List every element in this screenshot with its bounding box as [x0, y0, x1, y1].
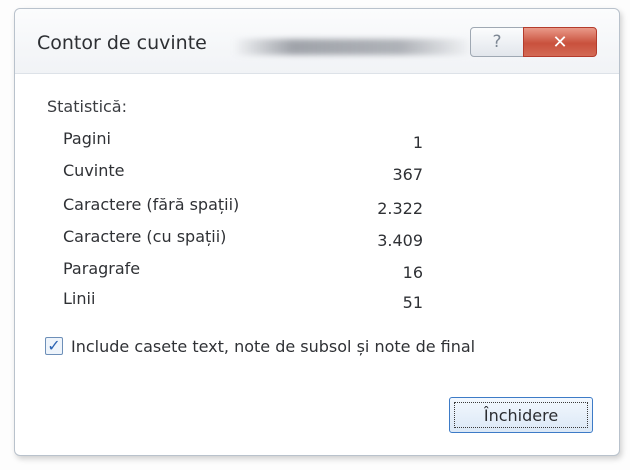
stat-row-paragraphs: Paragrafe 16: [63, 259, 423, 285]
close-icon: ✕: [552, 31, 568, 53]
include-textboxes-checkbox[interactable]: ✓: [45, 337, 63, 355]
stat-name: Pagini: [63, 129, 111, 148]
title-bar[interactable]: Contor de cuvinte ? ✕: [15, 9, 619, 74]
stat-value: 367: [392, 165, 423, 184]
statistics-label: Statistică:: [47, 97, 127, 116]
stat-name: Linii: [63, 289, 96, 308]
stat-value: 16: [402, 263, 423, 282]
stat-value: 51: [402, 293, 423, 312]
help-button[interactable]: ?: [470, 27, 524, 57]
include-textboxes-label[interactable]: Include casete text, note de subsol și n…: [71, 337, 475, 356]
close-button[interactable]: Închidere: [449, 397, 593, 433]
stat-row-chars-with-spaces: Caractere (cu spații) 3.409: [63, 227, 423, 253]
stat-row-lines: Linii 51: [63, 289, 423, 315]
stat-row-chars-no-spaces: Caractere (fără spații) 2.322: [63, 195, 423, 221]
redacted-area: [233, 39, 473, 55]
stat-name: Cuvinte: [63, 161, 125, 180]
word-count-dialog: Contor de cuvinte ? ✕ Statistică: Pagini…: [14, 8, 620, 456]
stat-value: 3.409: [377, 231, 423, 250]
stat-value: 1: [412, 133, 423, 152]
close-button-label: Închidere: [483, 405, 559, 425]
question-mark-icon: ?: [492, 32, 502, 52]
close-window-button[interactable]: ✕: [523, 27, 597, 57]
stat-name: Paragrafe: [63, 259, 141, 278]
dialog-title: Contor de cuvinte: [37, 32, 207, 54]
stat-row-words: Cuvinte 367: [63, 161, 423, 187]
stat-name: Caractere (cu spații): [63, 227, 227, 246]
include-textboxes-option[interactable]: ✓ Include casete text, note de subsol și…: [45, 333, 615, 363]
stat-row-pages: Pagini 1: [63, 129, 423, 155]
checkmark-icon: ✓: [47, 336, 61, 355]
stat-name: Caractere (fără spații): [63, 195, 240, 214]
stat-value: 2.322: [377, 199, 423, 218]
